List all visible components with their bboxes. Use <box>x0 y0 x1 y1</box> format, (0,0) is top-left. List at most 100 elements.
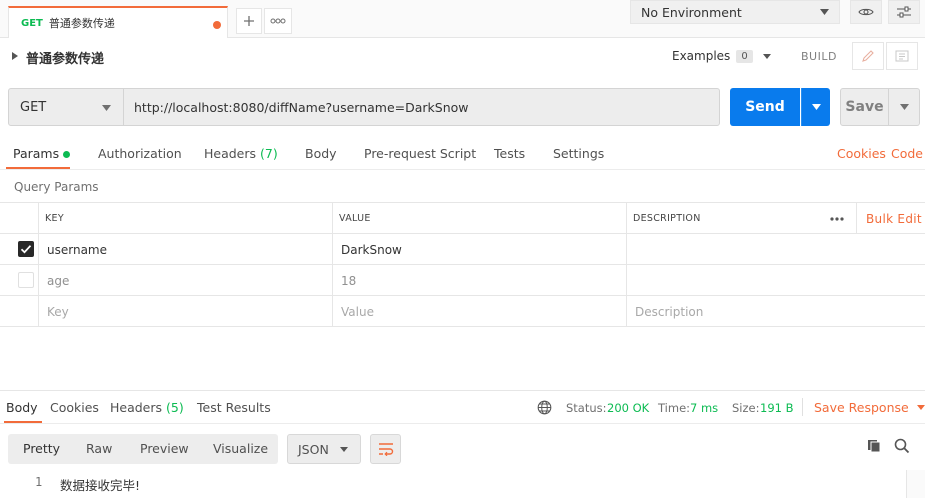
column-description-header: DESCRIPTION <box>626 203 816 234</box>
response-divider[interactable] <box>0 390 925 391</box>
divider <box>0 169 925 170</box>
bulk-edit-button[interactable]: Bulk Edit <box>856 203 925 234</box>
new-param-description-input[interactable]: Description <box>626 296 925 327</box>
params-active-dot-icon <box>63 151 71 158</box>
checkmark-icon <box>20 245 32 254</box>
new-param-value-input[interactable]: Value <box>332 296 626 327</box>
environment-select[interactable]: No Environment <box>630 0 840 24</box>
column-value-header: VALUE <box>332 203 626 234</box>
pencil-icon <box>862 50 874 62</box>
document-icon <box>895 50 909 62</box>
language-select[interactable]: JSON <box>287 434 361 464</box>
wrap-lines-button[interactable] <box>370 434 401 464</box>
column-key-header: KEY <box>38 203 332 234</box>
chevron-down-icon <box>820 9 829 15</box>
response-tab-headers-count: (5) <box>166 400 184 415</box>
param-value-field[interactable]: 18 <box>332 265 626 296</box>
tab-headers-count: (7) <box>260 146 278 161</box>
globe-icon[interactable] <box>537 400 552 415</box>
tab-body[interactable]: Body <box>305 146 337 161</box>
unsaved-dot-icon <box>213 21 221 29</box>
copy-icon[interactable] <box>866 438 882 454</box>
view-preview-button[interactable]: Preview <box>140 441 189 456</box>
search-icon[interactable] <box>894 438 910 454</box>
build-mode-label[interactable]: BUILD <box>801 50 837 63</box>
http-method-value: GET <box>20 99 47 115</box>
tab-params-label: Params <box>13 146 60 161</box>
size-value[interactable]: 191 B <box>760 401 794 415</box>
table-row: username DarkSnow <box>0 233 925 265</box>
vertical-scrollbar[interactable] <box>906 470 925 498</box>
tab-settings[interactable]: Settings <box>553 146 604 161</box>
save-button[interactable]: Save <box>840 88 889 126</box>
tab-tests[interactable]: Tests <box>494 146 525 161</box>
chevron-down-icon <box>916 405 925 410</box>
examples-dropdown[interactable]: Examples 0 <box>672 49 771 63</box>
view-raw-button[interactable]: Raw <box>86 441 112 456</box>
bulk-edit-label: Bulk Edit <box>866 211 922 226</box>
url-input[interactable]: http://localhost:8080/diffName?username=… <box>123 88 720 126</box>
new-param-key-input[interactable]: Key <box>38 296 332 327</box>
view-visualize-button[interactable]: Visualize <box>213 441 268 456</box>
line-number: 1 <box>35 475 43 489</box>
param-value-field[interactable]: DarkSnow <box>332 234 626 265</box>
cookies-link[interactable]: Cookies <box>837 146 886 161</box>
request-tab-method: GET <box>21 17 43 29</box>
save-response-button[interactable]: Save Response <box>814 400 925 415</box>
tab-prerequest-script[interactable]: Pre-request Script <box>364 146 476 161</box>
edit-request-button[interactable] <box>852 42 884 70</box>
table-row-new: Key Value Description <box>0 295 925 327</box>
param-key-field[interactable]: username <box>38 234 332 265</box>
time-label: Time: <box>658 401 691 415</box>
examples-label: Examples <box>672 49 731 63</box>
param-description-field[interactable] <box>626 234 925 265</box>
environment-quick-look-button[interactable] <box>850 0 882 24</box>
chevron-down-icon <box>899 104 909 110</box>
chevron-down-icon <box>102 105 111 111</box>
tab-options-button[interactable] <box>264 8 292 34</box>
documentation-button[interactable] <box>886 42 918 70</box>
response-tab-test-results[interactable]: Test Results <box>197 400 271 415</box>
manage-environments-button[interactable] <box>888 0 920 24</box>
divider <box>802 398 803 416</box>
send-button[interactable]: Send <box>730 88 800 126</box>
ellipsis-icon <box>830 216 844 221</box>
param-key-field[interactable]: age <box>38 265 332 296</box>
tab-authorization[interactable]: Authorization <box>98 146 182 161</box>
size-label: Size: <box>732 401 760 415</box>
response-tab-headers[interactable]: Headers (5) <box>110 400 184 415</box>
divider <box>0 423 925 424</box>
collapse-caret-icon[interactable] <box>12 52 18 60</box>
tab-params[interactable]: Params <box>13 146 71 161</box>
send-options-button[interactable] <box>801 88 830 126</box>
chevron-down-icon <box>762 53 771 59</box>
status-label: Status: <box>566 401 607 415</box>
request-tab[interactable]: GET 普通参数传递 <box>8 6 228 38</box>
new-tab-button[interactable] <box>236 8 262 34</box>
response-tab-cookies[interactable]: Cookies <box>50 400 99 415</box>
environment-selected: No Environment <box>641 4 742 20</box>
chevron-down-icon <box>811 104 821 110</box>
time-value[interactable]: 7 ms <box>690 401 718 415</box>
param-description-field[interactable] <box>626 265 925 296</box>
http-method-select[interactable]: GET <box>8 88 124 126</box>
save-response-label: Save Response <box>814 400 909 415</box>
response-tab-headers-label: Headers <box>110 400 163 415</box>
param-enabled-checkbox[interactable] <box>18 272 34 288</box>
tab-headers[interactable]: Headers (7) <box>204 146 278 161</box>
table-header-row: KEY VALUE DESCRIPTION Bulk Edit <box>0 202 925 234</box>
request-title[interactable]: 普通参数传递 <box>26 48 104 67</box>
save-options-button[interactable] <box>889 88 920 126</box>
param-enabled-checkbox[interactable] <box>18 241 34 257</box>
column-options-button[interactable] <box>816 203 856 234</box>
code-link[interactable]: Code <box>891 146 923 161</box>
url-value: http://localhost:8080/diffName?username=… <box>134 99 469 115</box>
response-tab-body[interactable]: Body <box>6 400 38 415</box>
chevron-down-icon <box>340 447 348 452</box>
sliders-icon <box>897 6 911 18</box>
response-body-line[interactable]: 数据接收完毕! <box>60 475 140 494</box>
query-params-title: Query Params <box>14 180 99 194</box>
view-pretty-button[interactable]: Pretty <box>23 441 60 456</box>
status-value[interactable]: 200 OK <box>607 401 649 415</box>
table-row: age 18 <box>0 264 925 296</box>
